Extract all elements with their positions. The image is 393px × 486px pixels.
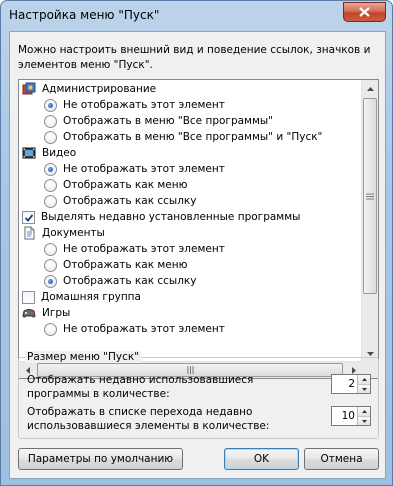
vertical-scrollbar[interactable] [361, 80, 378, 362]
radio-button[interactable] [44, 322, 57, 336]
radio-label: Не отображать этот элемент [63, 163, 225, 175]
intro-text: Можно настроить внешний вид и поведение … [18, 44, 371, 71]
jumplist-spinner[interactable]: 10 [331, 406, 371, 426]
list-item-games: Игры [22, 305, 70, 321]
scroll-up-button[interactable] [362, 80, 378, 97]
close-icon [359, 7, 370, 17]
radio-documents-menu[interactable]: Отображать как меню [44, 257, 187, 273]
radio-admin-all-programs[interactable]: Отображать в меню "Все программы" [44, 113, 273, 129]
games-icon [22, 306, 36, 320]
restore-defaults-button[interactable]: Параметры по умолчанию [18, 448, 183, 470]
jumplist-value[interactable]: 10 [332, 407, 357, 425]
spin-up-button[interactable] [358, 407, 370, 416]
spinner-buttons [357, 375, 370, 393]
close-button[interactable] [343, 2, 386, 22]
start-menu-size-group: Размер меню "Пуск" Отображать недавно ис… [18, 351, 379, 439]
checkbox-label: Выделять недавно установленные программы [41, 211, 301, 223]
list-item-label: Игры [42, 307, 71, 319]
ok-button[interactable]: OK [224, 448, 299, 470]
title-bar[interactable]: Настройка меню "Пуск" [1, 1, 392, 31]
list-item-video: Видео [22, 145, 76, 161]
radio-label: Отображать в меню "Все программы" и "Пус… [63, 131, 323, 143]
radio-admin-hide[interactable]: Не отображать этот элемент [44, 97, 225, 113]
window-title: Настройка меню "Пуск" [9, 8, 160, 22]
vertical-scroll-thumb[interactable] [363, 98, 377, 294]
admin-tools-icon [22, 82, 36, 96]
jumplist-label: Отображать в списке перехода недавно исп… [27, 406, 270, 432]
list-item-label: Администрирование [42, 83, 157, 95]
spinner-buttons [357, 407, 370, 425]
spin-down-button[interactable] [358, 384, 370, 393]
radio-video-menu[interactable]: Отображать как меню [44, 177, 187, 193]
radio-button[interactable] [44, 130, 57, 144]
radio-admin-all-and-start[interactable]: Отображать в меню "Все программы" и "Пус… [44, 129, 322, 145]
chevron-up-icon [366, 86, 374, 91]
checkbox-homegroup[interactable]: Домашняя группа [22, 289, 141, 305]
checkbox[interactable] [22, 210, 35, 224]
spin-up-button[interactable] [358, 375, 370, 384]
radio-label: Не отображать этот элемент [63, 99, 225, 111]
list-item-label: Видео [42, 147, 77, 159]
video-library-icon [22, 146, 36, 160]
dialog-client-area: Можно настроить внешний вид и поведение … [9, 31, 386, 479]
radio-label: Не отображать этот элемент [63, 323, 225, 335]
radio-label: Отображать как меню [63, 259, 188, 271]
documents-icon [22, 226, 36, 240]
start-menu-options-list[interactable]: Администрирование Не отображать этот эле… [18, 79, 379, 379]
radio-label: Отображать как меню [63, 179, 188, 191]
cancel-button[interactable]: Отмена [304, 448, 379, 470]
list-item-documents: Документы [22, 225, 105, 241]
radio-button[interactable] [44, 162, 57, 176]
radio-button[interactable] [44, 98, 57, 112]
radio-button[interactable] [44, 242, 57, 256]
checkbox[interactable] [22, 290, 35, 304]
recent-programs-value[interactable]: 2 [332, 375, 357, 393]
radio-label: Отображать как ссылку [63, 195, 197, 207]
group-legend: Размер меню "Пуск" [25, 351, 142, 363]
radio-button[interactable] [44, 274, 57, 288]
list-item-label: Документы [42, 227, 105, 239]
radio-button[interactable] [44, 114, 57, 128]
radio-documents-hide[interactable]: Не отображать этот элемент [44, 241, 225, 257]
radio-video-hide[interactable]: Не отображать этот элемент [44, 161, 225, 177]
spin-down-button[interactable] [358, 416, 370, 425]
radio-button[interactable] [44, 178, 57, 192]
radio-button[interactable] [44, 194, 57, 208]
chevron-down-icon [366, 351, 374, 356]
list-viewport: Администрирование Не отображать этот эле… [19, 80, 362, 362]
radio-label: Отображать как ссылку [63, 275, 197, 287]
recent-programs-label: Отображать недавно использовавшиеся прог… [27, 374, 254, 400]
radio-games-hide[interactable]: Не отображать этот элемент [44, 321, 225, 337]
radio-documents-link[interactable]: Отображать как ссылку [44, 273, 196, 289]
radio-video-link[interactable]: Отображать как ссылку [44, 193, 196, 209]
radio-button[interactable] [44, 258, 57, 272]
dialog-window: Настройка меню "Пуск" Можно настроить вн… [0, 0, 393, 486]
recent-programs-spinner[interactable]: 2 [331, 374, 371, 394]
list-item-admin: Администрирование [22, 81, 156, 97]
checkbox-highlight-new[interactable]: Выделять недавно установленные программы [22, 209, 300, 225]
checkbox-label: Домашняя группа [41, 291, 141, 303]
radio-label: Не отображать этот элемент [63, 243, 225, 255]
radio-label: Отображать в меню "Все программы" [63, 115, 273, 127]
